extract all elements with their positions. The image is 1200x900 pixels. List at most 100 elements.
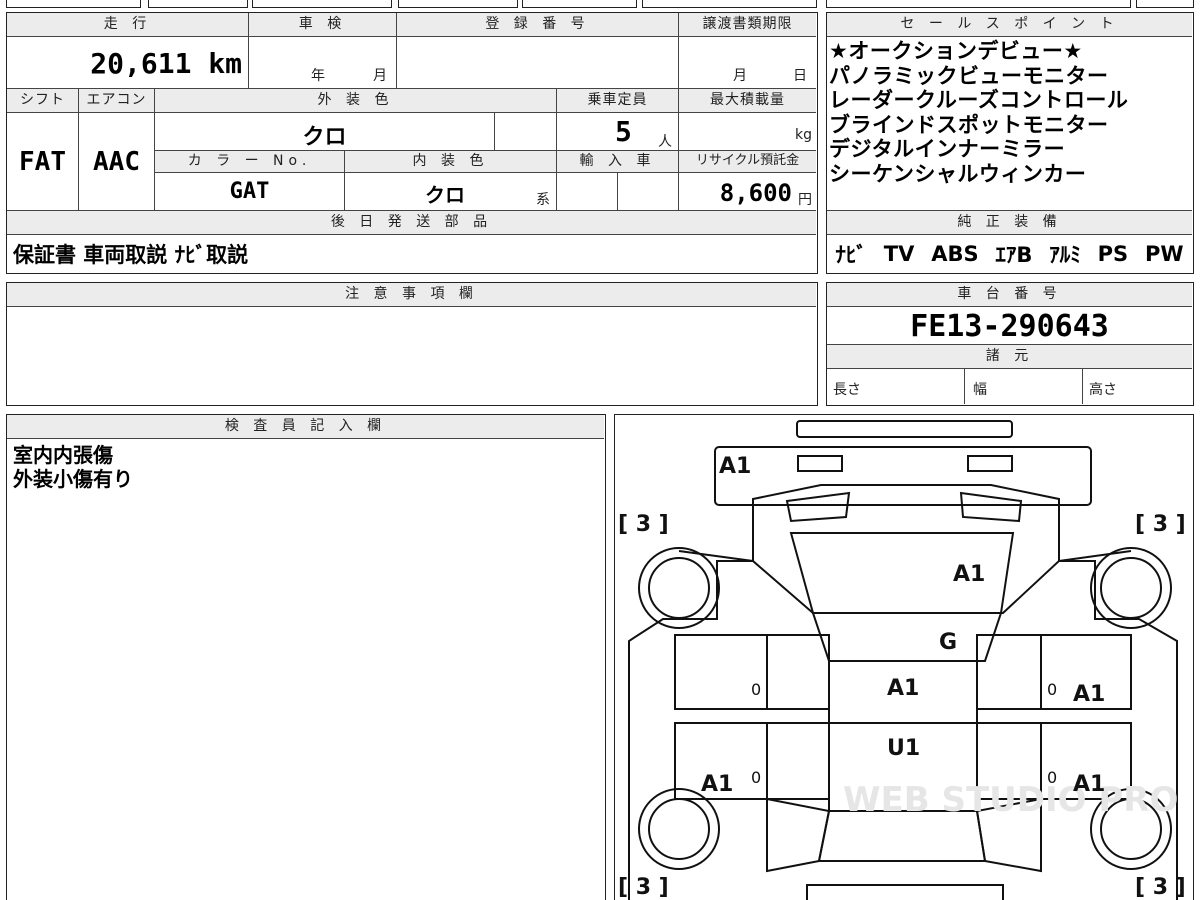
length-label: 長さ [833, 382, 861, 398]
interior-color-header: 内 装 色 [345, 151, 557, 173]
ac-header: エアコン [79, 89, 155, 113]
import-cell-a [557, 173, 618, 211]
inspector-box: 検 査 員 記 入 欄 室内内張傷 外装小傷有り [6, 414, 606, 900]
parts-value: 保証書 車両取説 ﾅﾋﾞ取説 [13, 243, 249, 267]
notes-box: 注 意 事 項 欄 [6, 282, 818, 406]
parts-cell: 保証書 車両取説 ﾅﾋﾞ取説 [7, 235, 816, 272]
rear-quarter-left [766, 797, 831, 873]
shift-cell: FAT [7, 113, 79, 211]
color-no-value: GAT [229, 179, 270, 204]
color-no-cell: GAT [155, 173, 345, 211]
length-cell: 長さ [827, 369, 965, 404]
zero-mark: 0 [1047, 680, 1057, 699]
damage-mark-bonnet: A1 [953, 562, 985, 587]
mileage-cell: 20,611 km [7, 37, 249, 89]
zero-mark: 0 [751, 680, 761, 699]
front-panel-outline [714, 446, 1092, 506]
tire-front-left: [ 3 ] [618, 512, 669, 537]
inspection-header: 車 検 [249, 13, 397, 37]
rear-bumper-outline [806, 884, 1004, 900]
chassis-header: 車 台 番 号 [827, 283, 1192, 307]
exterior-color-header: 外 装 色 [155, 89, 557, 113]
transfer-day-label: 日 [793, 68, 807, 84]
watermark: WEB STUDIO PRO [843, 780, 1178, 820]
inspector-header: 検 査 員 記 入 欄 [7, 415, 604, 439]
car-diagram: WEB STUDIO PRO [ 3 ] [ 3 ] [ 3 ] [ 3 ] 0… [618, 420, 1186, 900]
import-cell-b [618, 173, 679, 211]
recycle-cell: 8,600 円 [679, 173, 816, 211]
sales-point-item: レーダークルーズコントロール [829, 88, 1129, 112]
capacity-unit: 人 [658, 134, 672, 150]
headlight-right [967, 455, 1013, 472]
equipment-list: ﾅﾋﾞ TV ABS ｴｱB ｱﾙﾐ PS PW [827, 235, 1192, 272]
inspector-line: 室内内張傷 [13, 443, 113, 467]
left-rear-door [674, 722, 830, 800]
interior-color-value: クロ [425, 183, 465, 207]
tire-rear-left: [ 3 ] [618, 875, 669, 900]
zero-mark: 0 [1047, 768, 1057, 787]
inspection-cell: 年 月 [249, 37, 397, 89]
import-header: 輸 入 車 [557, 151, 679, 173]
max-load-unit: kg [795, 127, 812, 143]
specs-header: 諸 元 [827, 345, 1192, 369]
chassis-box: 車 台 番 号 FE13-290643 諸 元 長さ 幅 高さ [826, 282, 1194, 406]
vent-left [785, 491, 851, 523]
wheel-rear-left [638, 788, 720, 870]
ac-value: AAC [93, 147, 140, 177]
ac-cell: AAC [79, 113, 155, 211]
damage-mark-roof: A1 [887, 676, 919, 701]
equipment-item: ｴｱB [995, 242, 1033, 267]
interior-color-cell: クロ 系 [345, 173, 557, 211]
registration-cell [397, 37, 679, 89]
body-inner-outline [678, 550, 1132, 562]
recycle-header: リサイクル預託金 [679, 151, 816, 173]
max-load-header: 最大積載量 [679, 89, 816, 113]
transfer-header: 譲渡書類期限 [679, 13, 816, 37]
damage-mark-front-bumper: A1 [719, 454, 751, 479]
equipment-item: ｱﾙﾐ [1049, 242, 1081, 267]
mileage-value: 20,611 km [90, 47, 242, 80]
capacity-header: 乗車定員 [557, 89, 679, 113]
shift-value: FAT [19, 147, 66, 177]
capacity-value: 5 [615, 115, 632, 148]
notes-header: 注 意 事 項 欄 [7, 283, 816, 307]
sales-points-list: ★オークションデビュー★ パノラミックビューモニター レーダークルーズコントロー… [827, 39, 1192, 211]
exterior-extra-cell [495, 113, 557, 151]
wheel-front-right [1090, 547, 1172, 629]
transfer-month-label: 月 [733, 68, 747, 84]
sales-point-item: ★オークションデビュー★ [829, 39, 1083, 63]
color-no-header: カ ラ ー No. [155, 151, 345, 173]
inspection-month-label: 月 [373, 68, 387, 84]
width-label: 幅 [973, 382, 987, 398]
max-load-cell: kg [679, 113, 816, 151]
damage-mark-right-rear-door: A1 [1073, 772, 1105, 797]
damage-mark-right-front-door: A1 [1073, 682, 1105, 707]
width-cell: 幅 [965, 369, 1083, 404]
sales-points-header: セ ー ル ス ポ イ ン ト [827, 13, 1192, 37]
inspector-lines: 室内内張傷 外装小傷有り [13, 443, 133, 491]
windshield-outline [811, 612, 1003, 662]
sales-point-item: パノラミックビューモニター [829, 63, 1109, 88]
sales-point-item: シーケンシャルウィンカー [829, 161, 1087, 186]
headlight-left [797, 455, 843, 472]
height-label: 高さ [1089, 382, 1117, 398]
wheel-front-left [638, 547, 720, 629]
zero-mark: 0 [751, 768, 761, 787]
sales-point-item: デジタルインナーミラー [829, 137, 1066, 161]
damage-mark-windshield: G [939, 630, 957, 655]
recycle-fee-unit: 円 [798, 192, 812, 208]
registration-header: 登 録 番 号 [397, 13, 679, 37]
chassis-number: FE13-290643 [910, 309, 1109, 344]
vent-right [959, 491, 1023, 523]
tire-rear-right: [ 3 ] [1135, 875, 1186, 900]
inspection-year-label: 年 [311, 68, 325, 84]
damage-mark-rear-roof: U1 [887, 736, 920, 761]
height-cell: 高さ [1083, 369, 1192, 404]
inspector-line: 外装小傷有り [13, 467, 133, 491]
sales-point-item: ブラインドスポットモニター [829, 112, 1109, 137]
interior-suffix: 系 [536, 192, 550, 208]
vehicle-info-table: 走 行 車 検 登 録 番 号 譲渡書類期限 20,611 km 年 月 月 日… [6, 12, 818, 274]
exterior-color-cell: クロ [155, 113, 495, 151]
equipment-item: TV [883, 241, 915, 266]
sales-points-box: セ ー ル ス ポ イ ン ト ★オークションデビュー★ パノラミックビューモニ… [826, 12, 1194, 274]
